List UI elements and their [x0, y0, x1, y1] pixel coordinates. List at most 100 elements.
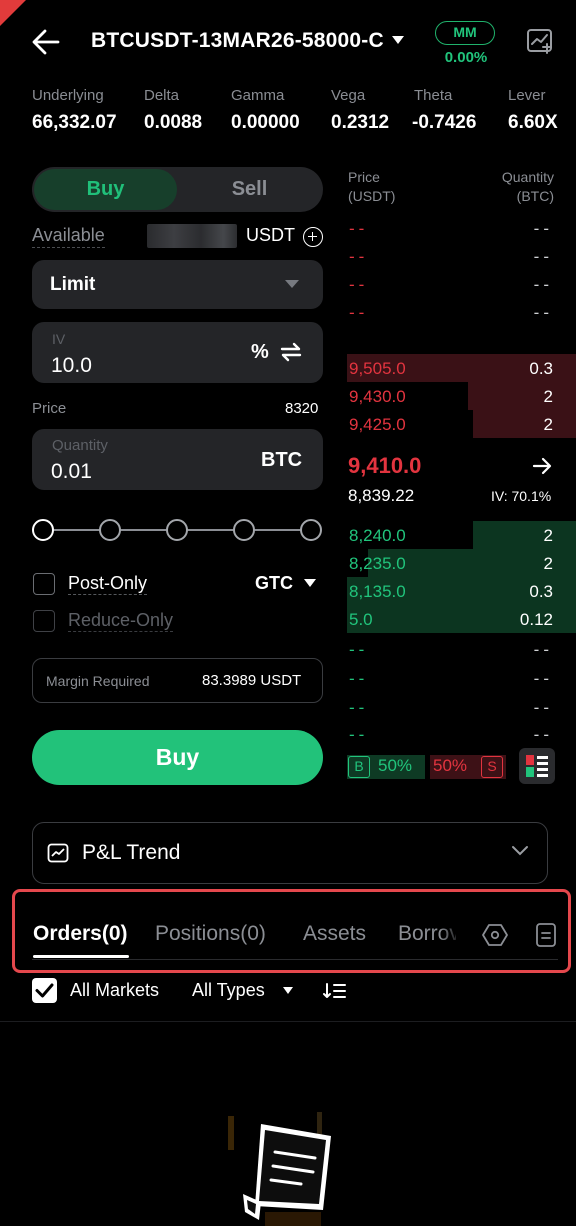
bid-row-empty: -- --	[347, 635, 576, 663]
ask-row[interactable]: 9,505.0 0.3	[347, 354, 576, 382]
bid-qty: --	[533, 669, 553, 688]
ask-price: --	[349, 303, 369, 322]
ask-price: --	[349, 219, 369, 238]
ask-price: 9,425.0	[349, 415, 406, 434]
ask-row-empty: -- --	[347, 214, 576, 242]
buy-tab[interactable]: Buy	[34, 169, 177, 210]
back-arrow-icon[interactable]	[30, 28, 62, 56]
iv-label: IV	[52, 331, 66, 347]
trend-chart-icon	[47, 843, 69, 863]
price-value: 8320	[285, 400, 319, 417]
metric-value-vega: 0.2312	[331, 112, 390, 133]
available-unit: USDT	[246, 225, 295, 245]
bid-qty: --	[533, 640, 553, 659]
metric-label-gamma: Gamma	[231, 87, 285, 104]
slider-handle[interactable]	[32, 519, 54, 541]
post-only-label[interactable]: Post-Only	[68, 573, 148, 595]
bid-qty: --	[533, 698, 553, 717]
checkmark-icon	[35, 983, 54, 998]
bid-price: --	[349, 669, 369, 688]
metric-value-theta: -0.7426	[412, 112, 477, 133]
post-only-checkbox[interactable]	[33, 573, 55, 595]
contract-symbol[interactable]: BTCUSDT-13MAR26-58000-C	[91, 29, 384, 53]
bid-row-empty: -- --	[347, 720, 576, 742]
bid-qty: 2	[543, 554, 553, 573]
all-markets-label[interactable]: All Markets	[70, 980, 159, 1001]
symbol-dropdown-icon[interactable]	[392, 36, 404, 44]
metric-value-gamma: 0.00000	[231, 112, 300, 133]
bid-qty: 2	[543, 526, 553, 545]
bid-price: 8,235.0	[349, 554, 406, 573]
ask-row-empty: -- --	[347, 298, 576, 326]
orderbook-layout-icon[interactable]	[519, 748, 555, 784]
hexagon-settings-icon[interactable]	[482, 922, 508, 948]
metric-label-theta: Theta	[414, 87, 453, 104]
buy-ratio-value: 50%	[378, 756, 413, 775]
list-divider	[0, 1021, 576, 1022]
all-types-select[interactable]: All Types	[192, 980, 265, 1001]
slider-step-50[interactable]	[166, 519, 188, 541]
sell-tab[interactable]: Sell	[178, 169, 321, 210]
chart-icon[interactable]	[526, 28, 554, 54]
margin-required-value: 83.3989 USDT	[202, 672, 302, 689]
mark-iv: IV: 70.1%	[491, 488, 552, 504]
empty-orders-illustration	[228, 1112, 331, 1226]
metric-label-lever: Lever	[508, 87, 546, 104]
bid-qty: 0.12	[519, 610, 553, 629]
ask-price: --	[349, 247, 369, 266]
time-in-force-select[interactable]: GTC	[255, 573, 293, 594]
orderbook-qty-header: Quantity (BTC)	[502, 168, 554, 206]
chevron-down-icon[interactable]	[283, 987, 293, 994]
bid-row[interactable]: 8,135.0 0.3	[347, 577, 576, 605]
document-icon[interactable]	[535, 922, 557, 948]
ask-price: 9,430.0	[349, 387, 406, 406]
metric-value-lever: 6.60X	[508, 112, 558, 133]
bid-row[interactable]: 8,240.0 2	[347, 521, 576, 549]
bid-row[interactable]: 8,235.0 2	[347, 549, 576, 577]
pnl-trend-label: P&L Trend	[82, 841, 181, 864]
tab-positions[interactable]: Positions(0)	[155, 922, 266, 946]
slider-step-25[interactable]	[99, 519, 121, 541]
swap-icon[interactable]	[279, 340, 303, 364]
bid-price: --	[349, 725, 369, 742]
ask-price: 9,505.0	[349, 359, 406, 378]
iv-unit: %	[251, 341, 269, 363]
metric-label-delta: Delta	[144, 87, 180, 104]
ask-qty: --	[533, 275, 553, 294]
ask-row[interactable]: 9,425.0 2	[347, 410, 576, 438]
orderbook-qty-header-label: Quantity	[501, 169, 554, 185]
bid-price: 5.0	[349, 610, 373, 629]
quantity-value[interactable]: 0.01	[51, 460, 92, 484]
buy-button[interactable]: Buy	[32, 730, 323, 785]
tabs-divider	[32, 959, 558, 960]
corner-flag	[0, 0, 26, 26]
chevron-down-icon[interactable]	[511, 845, 529, 857]
tab-orders[interactable]: Orders(0)	[33, 922, 128, 946]
ask-price: --	[349, 275, 369, 294]
ask-qty: 2	[543, 387, 553, 406]
ask-qty: 2	[543, 415, 553, 434]
bid-row[interactable]: 5.0 0.12	[347, 605, 576, 633]
chevron-down-icon[interactable]	[304, 579, 316, 587]
mm-percentage: 0.00%	[444, 49, 488, 66]
sort-icon[interactable]	[323, 982, 347, 1000]
mm-badge[interactable]: MM	[435, 21, 495, 45]
slider-step-75[interactable]	[233, 519, 255, 541]
iv-value[interactable]: 10.0	[51, 354, 92, 378]
arrow-right-icon[interactable]	[532, 456, 552, 476]
add-funds-icon[interactable]	[303, 227, 323, 247]
metric-value-underlying: 66,332.07	[32, 112, 117, 133]
slider-step-100[interactable]	[300, 519, 322, 541]
tab-assets[interactable]: Assets	[303, 922, 366, 946]
tab-fade	[440, 915, 462, 951]
all-markets-checkbox[interactable]	[32, 978, 57, 1003]
last-price: 9,410.0	[348, 453, 422, 478]
ask-row[interactable]: 9,430.0 2	[347, 382, 576, 410]
bid-qty: --	[533, 725, 553, 742]
ask-qty: --	[533, 247, 553, 266]
bid-qty: 0.3	[529, 582, 553, 601]
metric-label-vega: Vega	[331, 87, 366, 104]
order-type-value: Limit	[50, 274, 96, 295]
orderbook-price-header-label: Price	[348, 169, 380, 185]
quantity-label: Quantity	[52, 437, 108, 454]
